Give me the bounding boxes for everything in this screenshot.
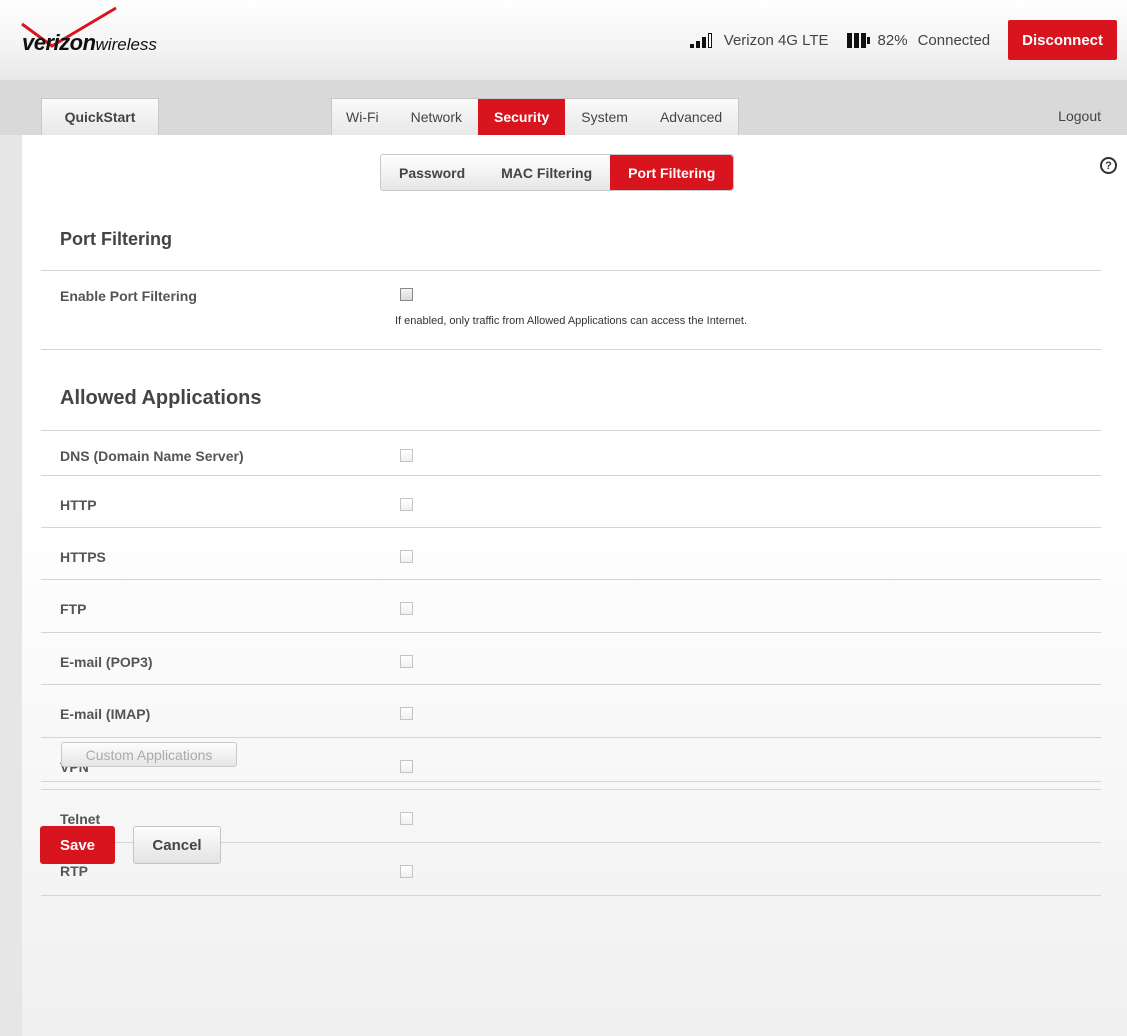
divider bbox=[41, 349, 1101, 350]
save-button[interactable]: Save bbox=[40, 826, 115, 864]
tab-quickstart[interactable]: QuickStart bbox=[41, 98, 159, 135]
sub-tabs: Password MAC Filtering Port Filtering bbox=[380, 154, 735, 191]
divider bbox=[41, 475, 1101, 476]
custom-applications-button[interactable]: Custom Applications bbox=[61, 742, 237, 767]
app-label-http: HTTP bbox=[60, 497, 97, 513]
divider bbox=[41, 430, 1101, 431]
divider bbox=[41, 789, 1101, 790]
port-filtering-hint: If enabled, only traffic from Allowed Ap… bbox=[395, 315, 747, 327]
app-label-https: HTTPS bbox=[60, 549, 106, 565]
divider bbox=[41, 737, 1101, 738]
logo-text-light: wireless bbox=[95, 35, 157, 54]
port-filtering-title: Port Filtering bbox=[60, 229, 172, 249]
divider bbox=[41, 781, 1101, 782]
logo-text-bold: verizon bbox=[22, 30, 96, 55]
allowed-applications-title: Allowed Applications bbox=[60, 387, 262, 409]
app-checkbox-telnet[interactable] bbox=[400, 812, 413, 825]
main-tabs: Wi-Fi Network Security System Advanced bbox=[331, 98, 740, 135]
app-label-email-pop3: E-mail (POP3) bbox=[60, 654, 153, 670]
app-checkbox-dns[interactable] bbox=[400, 449, 413, 462]
tab-mac-filtering[interactable]: MAC Filtering bbox=[483, 155, 610, 190]
divider bbox=[41, 270, 1101, 271]
app-label-telnet: Telnet bbox=[60, 811, 101, 827]
battery-percent: 82% bbox=[877, 31, 908, 49]
tab-wifi[interactable]: Wi-Fi bbox=[332, 99, 395, 135]
signal-bars-icon bbox=[689, 32, 714, 48]
app-label-rtp: RTP bbox=[60, 863, 88, 879]
logout-link[interactable]: Logout bbox=[1058, 108, 1101, 124]
status-bar: Verizon 4G LTE 82% Connected Disconnect bbox=[689, 20, 1117, 60]
divider bbox=[41, 684, 1101, 685]
tab-port-filtering[interactable]: Port Filtering bbox=[610, 155, 734, 190]
verizon-logo: verizonwireless bbox=[22, 30, 157, 56]
connection-status: Connected bbox=[917, 31, 991, 49]
app-checkbox-vpn[interactable] bbox=[400, 760, 413, 773]
app-label-dns: DNS (Domain Name Server) bbox=[60, 448, 244, 464]
network-name: Verizon 4G LTE bbox=[723, 31, 829, 49]
tab-system[interactable]: System bbox=[565, 99, 644, 135]
main-content: ? Password MAC Filtering Port Filtering … bbox=[22, 135, 1127, 1036]
divider bbox=[41, 895, 1101, 896]
cancel-button[interactable]: Cancel bbox=[133, 826, 221, 864]
tab-password[interactable]: Password bbox=[381, 155, 483, 190]
help-icon[interactable]: ? bbox=[1100, 157, 1117, 174]
divider bbox=[41, 527, 1101, 528]
app-checkbox-ftp[interactable] bbox=[400, 602, 413, 615]
app-checkbox-https[interactable] bbox=[400, 550, 413, 563]
tab-network[interactable]: Network bbox=[395, 99, 478, 135]
app-label-email-imap: E-mail (IMAP) bbox=[60, 706, 151, 722]
enable-port-filtering-checkbox[interactable] bbox=[400, 288, 413, 301]
enable-port-filtering-label: Enable Port Filtering bbox=[60, 288, 197, 304]
disconnect-button[interactable]: Disconnect bbox=[1008, 20, 1117, 60]
app-label-ftp: FTP bbox=[60, 601, 87, 617]
app-checkbox-rtp[interactable] bbox=[400, 865, 413, 878]
app-checkbox-email-imap[interactable] bbox=[400, 707, 413, 720]
tab-advanced[interactable]: Advanced bbox=[644, 99, 738, 135]
app-checkbox-http[interactable] bbox=[400, 498, 413, 511]
app-checkbox-email-pop3[interactable] bbox=[400, 655, 413, 668]
header: verizonwireless Verizon 4G LTE 82% Conne… bbox=[0, 0, 1127, 80]
tab-security[interactable]: Security bbox=[478, 99, 566, 135]
divider bbox=[41, 632, 1101, 633]
battery-icon bbox=[846, 32, 870, 48]
divider bbox=[41, 579, 1101, 580]
